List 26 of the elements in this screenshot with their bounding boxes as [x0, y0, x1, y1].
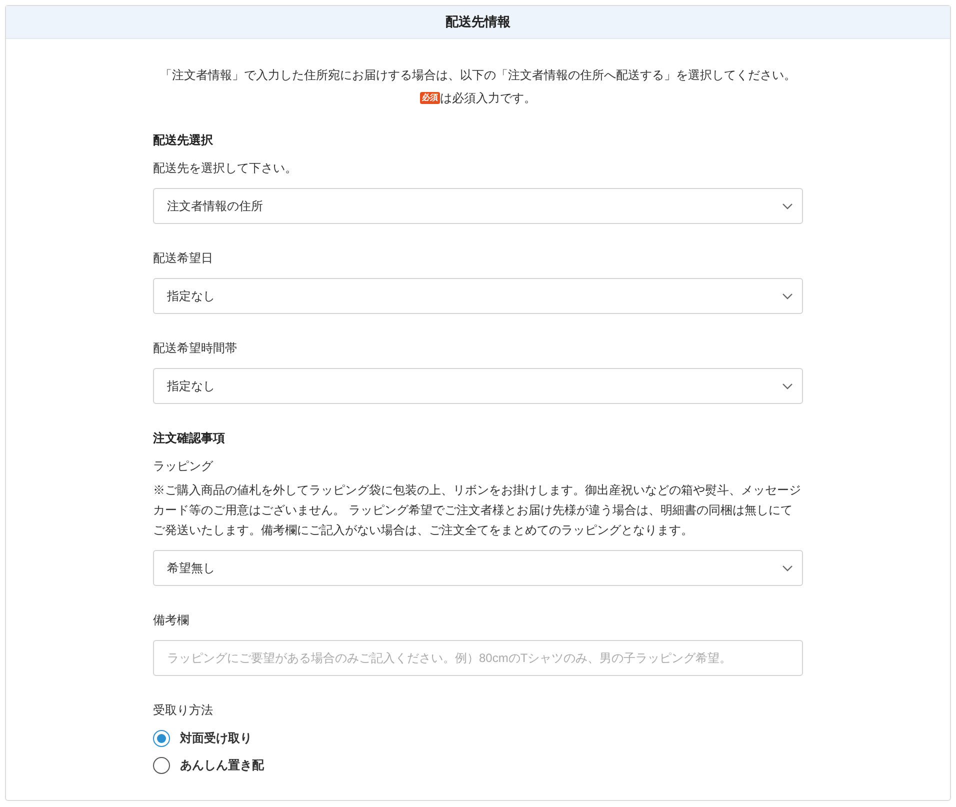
field-label: ラッピング — [153, 458, 214, 475]
chevron-down-icon — [782, 202, 793, 210]
chevron-down-icon — [782, 382, 793, 390]
wrapping-note: ※ご購入商品の値札を外してラッピング袋に包装の上、リボンをお掛けします。御出産祝いなどの箱や熨斗、メッセージカード等のご用意はございません。 ラッピング希望でご注文者様とお届け先様が違う場合は、明細書の同梱は無しにてご発送いたします。備考欄にご記入がない場合は、ご注文全てをまとめてのラッピングとなります。 — [153, 482, 802, 539]
radio-option[interactable]: あんしん置き配 — [153, 756, 264, 774]
select-dropdown[interactable]: 指定なし — [153, 368, 803, 404]
card-title: 配送先情報 — [446, 13, 510, 32]
required-note: は必須入力です。 — [440, 90, 536, 107]
select-dropdown[interactable]: 希望無し — [153, 550, 803, 586]
field-label: 配送先を選択して下さい。 — [153, 160, 298, 177]
field-label: 備考欄 — [153, 612, 190, 629]
radio-button[interactable] — [153, 730, 170, 746]
section-heading: 配送先選択 — [153, 132, 214, 149]
chevron-down-icon — [782, 564, 793, 572]
chevron-down-icon — [782, 292, 793, 300]
radio-button[interactable] — [153, 756, 170, 774]
field-label: 配送希望日 — [153, 250, 214, 267]
radio-option[interactable]: 対面受け取り — [153, 729, 252, 747]
intro-text: 「注文者情報」で入力した住所宛にお届けする場合は、以下の「注文者情報の住所へ配送する」を選択してください。 — [159, 67, 797, 84]
required-badge: 必須 — [420, 92, 440, 104]
field-label: 受取り方法 — [153, 702, 214, 719]
field-label: 配送希望時間帯 — [153, 340, 238, 357]
remarks-field[interactable]: ラッピングにご要望がある場合のみご記入ください。例）80cmのTシャツのみ、男の子ラッピング希望。 — [153, 640, 803, 676]
section-heading: 注文確認事項 — [153, 430, 226, 447]
select-dropdown[interactable]: 注文者情報の住所 — [153, 188, 803, 224]
select-dropdown[interactable]: 指定なし — [153, 278, 803, 314]
